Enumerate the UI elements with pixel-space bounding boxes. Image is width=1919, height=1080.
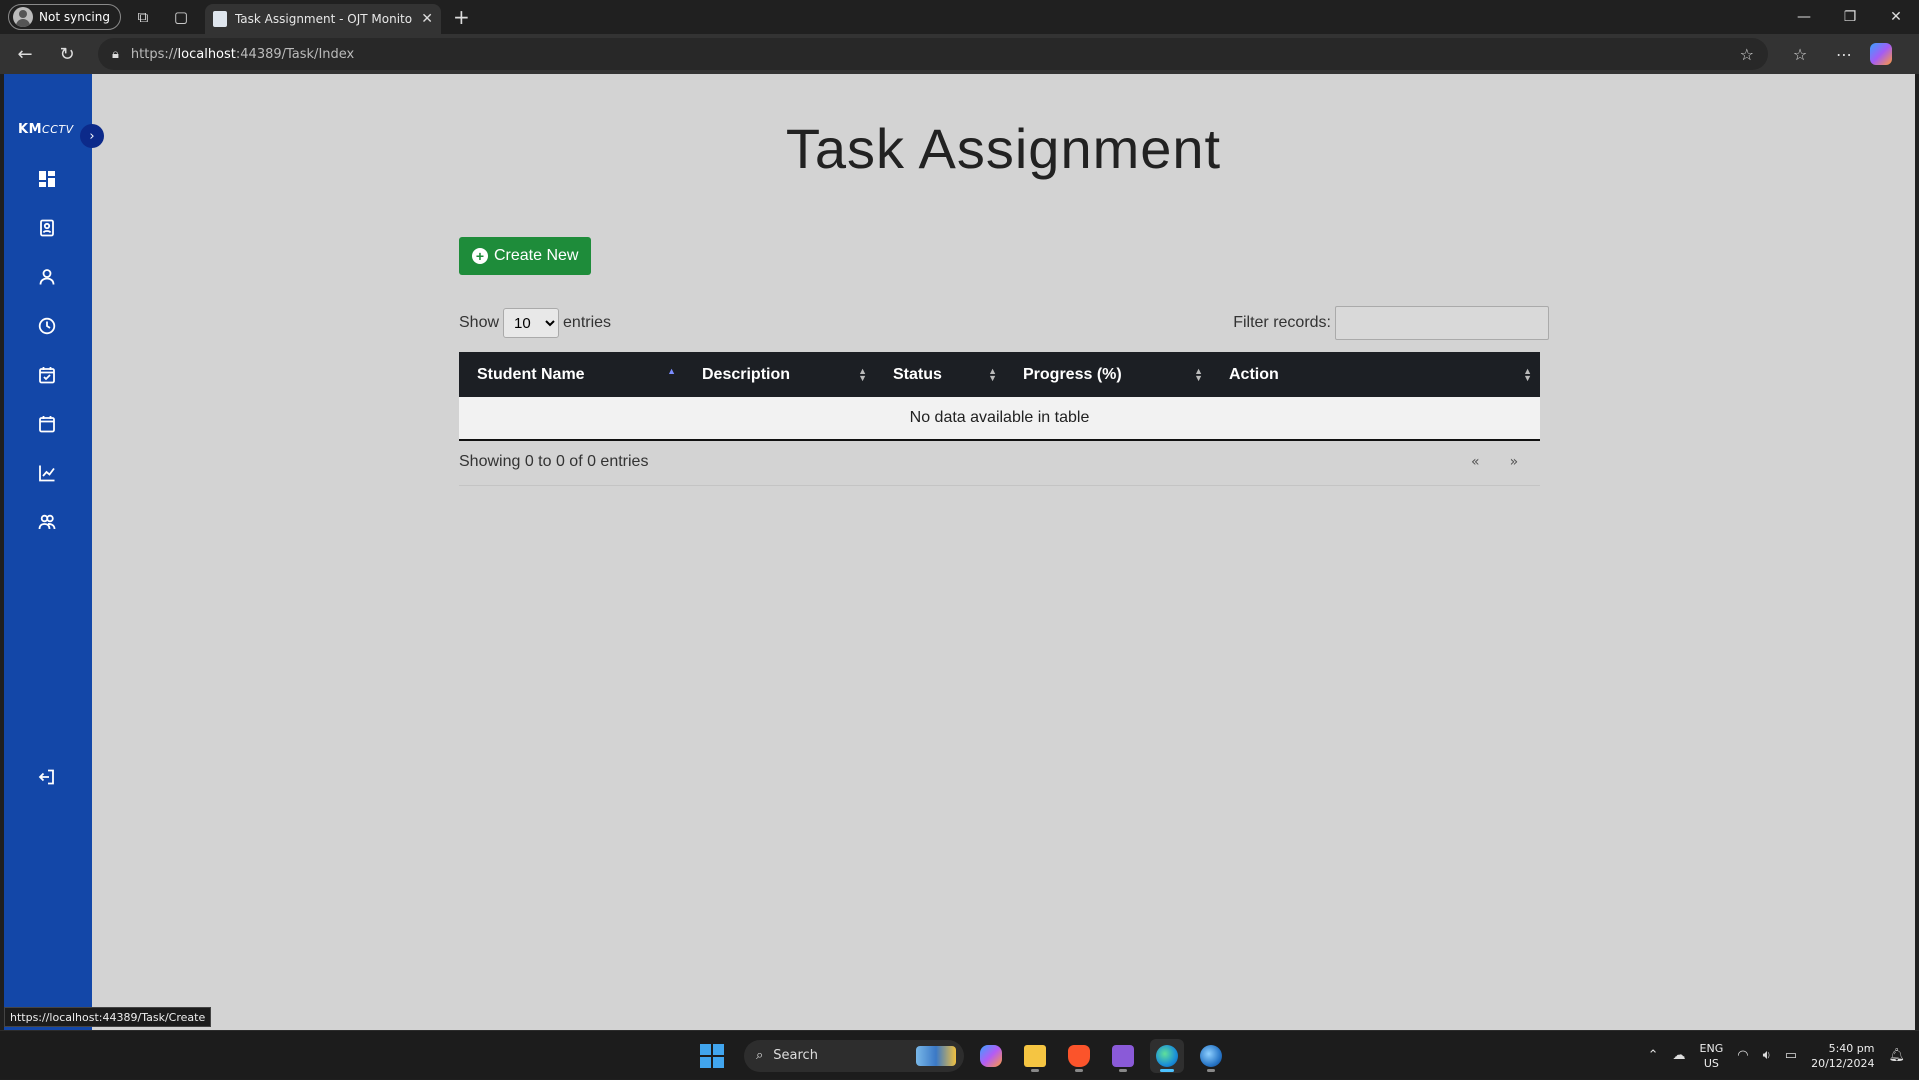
column-header-progress[interactable]: Progress (%) ▲ ▼ <box>1005 352 1211 397</box>
page-viewport: KMCCTV › Task Assignment + Create New Sh… <box>4 74 1915 1030</box>
copilot-app-icon[interactable] <box>974 1039 1008 1073</box>
filter-control: Filter records: <box>1233 306 1549 340</box>
sort-icon: ▲ ▼ <box>1194 365 1203 383</box>
onedrive-icon[interactable]: ☁ <box>1673 1048 1686 1063</box>
entries-select[interactable]: 10 <box>503 308 560 338</box>
app-logo: KMCCTV <box>18 122 74 137</box>
sort-icon: ▲ ▼ <box>1523 365 1532 383</box>
window-controls: — ❐ ✕ <box>1781 0 1919 34</box>
taskbar: ⌕ Search ⌃ ☁ ENG US ◠ 🔉︎ ▭ 5:40 pm 20/12/2… <box>0 1030 1919 1079</box>
table-header-row: Student Name▲▼ Description▲▼ Status▲▼ Pr… <box>459 352 1540 397</box>
volume-icon[interactable]: 🔉︎ <box>1763 1048 1771 1063</box>
task-table: Student Name▲▼ Description▲▼ Status▲▼ Pr… <box>459 352 1540 441</box>
tab-actions-icon[interactable]: ▢ <box>165 3 197 31</box>
create-new-button[interactable]: + Create New <box>459 237 592 275</box>
search-icon: ⌕ <box>756 1048 764 1063</box>
show-label: Show <box>459 314 500 331</box>
edge-dev-icon[interactable] <box>1194 1039 1228 1073</box>
sort-icon: ▲ ▼ <box>988 365 997 383</box>
close-window-icon[interactable]: ✕ <box>1873 0 1919 34</box>
dashboard-icon[interactable] <box>36 168 58 190</box>
column-header-status[interactable]: Status ▲ ▼ <box>875 352 1005 397</box>
chart-line-icon[interactable] <box>36 462 58 484</box>
visual-studio-icon[interactable] <box>1106 1039 1140 1073</box>
notification-bell-icon[interactable]: 🔔︎ <box>1888 1048 1905 1063</box>
chevron-up-icon[interactable]: ⌃ <box>1648 1048 1659 1063</box>
plus-circle-icon: + <box>472 248 488 264</box>
table-info: Showing 0 to 0 of 0 entries <box>459 453 649 470</box>
empty-table-message: No data available in table <box>459 397 1540 441</box>
users-icon[interactable] <box>36 511 58 533</box>
lock-icon[interactable]: 🔒︎ <box>112 47 119 62</box>
wifi-icon[interactable]: ◠ <box>1737 1048 1748 1063</box>
back-icon[interactable]: ← <box>8 38 42 70</box>
refresh-icon[interactable]: ↻ <box>50 38 84 70</box>
main-content: Task Assignment + Create New Show 10 ent… <box>92 74 1915 1030</box>
column-header-description[interactable]: Description ▲ ▼ <box>684 352 875 397</box>
column-header-student-name[interactable]: Student Name▲▼ <box>459 352 684 397</box>
file-explorer-icon[interactable] <box>1018 1039 1052 1073</box>
clock[interactable]: 5:40 pm 20/12/2024 <box>1811 1041 1874 1071</box>
start-icon[interactable] <box>700 1043 724 1068</box>
page-favicon-icon <box>212 11 227 27</box>
entries-length-control: Show 10 entries <box>459 308 611 338</box>
tab-title: Task Assignment - OJT Monitoring <box>234 12 413 26</box>
edge-browser-icon[interactable] <box>1150 1038 1184 1073</box>
search-label: Search <box>773 1048 818 1063</box>
favorites-icon[interactable]: ☆ <box>1782 38 1818 70</box>
url-text: https://localhost:44389/Task/Index <box>130 46 355 62</box>
table-row: No data available in table <box>459 397 1540 441</box>
filter-label: Filter records: <box>1233 314 1331 331</box>
sidebar-toggle-icon[interactable]: › <box>80 124 104 148</box>
user-icon[interactable] <box>36 266 58 288</box>
browser-toolbar: ← ↻ 🔒︎ https://localhost:44389/Task/Inde… <box>0 34 1919 74</box>
page-title: Task Assignment <box>785 117 1222 180</box>
id-card-icon[interactable] <box>36 217 58 239</box>
sort-icon: ▲ ▼ <box>858 365 867 383</box>
filter-input[interactable] <box>1335 306 1549 340</box>
create-new-label: Create New <box>494 247 579 264</box>
browser-titlebar: Not syncing ⧉ ▢ Task Assignment - OJT Mo… <box>0 0 1919 34</box>
next-page-button[interactable]: » <box>1510 454 1519 470</box>
battery-icon[interactable]: ▭ <box>1785 1048 1797 1063</box>
avatar <box>13 7 33 27</box>
sidebar: KMCCTV › <box>4 74 104 1030</box>
restore-icon[interactable]: ❐ <box>1827 0 1873 34</box>
brave-browser-icon[interactable] <box>1062 1039 1096 1073</box>
minimize-icon[interactable]: — <box>1781 0 1827 34</box>
close-tab-icon[interactable]: ✕ <box>421 11 433 27</box>
favorite-star-icon[interactable]: ☆ <box>1740 45 1754 64</box>
link-status-tooltip: https://localhost:44389/Task/Create <box>4 1007 212 1027</box>
browser-tab-active[interactable]: Task Assignment - OJT Monitoring ✕ <box>204 4 441 34</box>
divider <box>459 485 1540 486</box>
language-indicator[interactable]: ENG US <box>1700 1041 1724 1071</box>
taskbar-search[interactable]: ⌕ Search <box>744 1039 964 1072</box>
sort-asc-icon: ▲▼ <box>667 365 676 376</box>
search-highlight-image <box>916 1045 956 1066</box>
previous-page-button[interactable]: « <box>1471 454 1480 470</box>
logout-icon[interactable] <box>36 766 58 788</box>
calendar-check-icon[interactable] <box>36 364 58 386</box>
new-tab-icon[interactable]: + <box>453 5 470 29</box>
address-bar[interactable]: 🔒︎ https://localhost:44389/Task/Index ☆ <box>98 38 1768 70</box>
entries-label: entries <box>563 314 612 331</box>
copilot-icon[interactable] <box>1870 43 1892 65</box>
clock-icon[interactable] <box>36 315 58 337</box>
pagination: « » <box>1471 454 1518 470</box>
column-header-action[interactable]: Action ▲ ▼ <box>1211 352 1540 397</box>
profile-button[interactable]: Not syncing <box>8 4 121 30</box>
workspaces-icon[interactable]: ⧉ <box>127 3 159 31</box>
calendar-icon[interactable] <box>36 413 58 435</box>
more-options-icon[interactable]: ⋯ <box>1826 38 1862 70</box>
profile-label: Not syncing <box>39 10 110 24</box>
